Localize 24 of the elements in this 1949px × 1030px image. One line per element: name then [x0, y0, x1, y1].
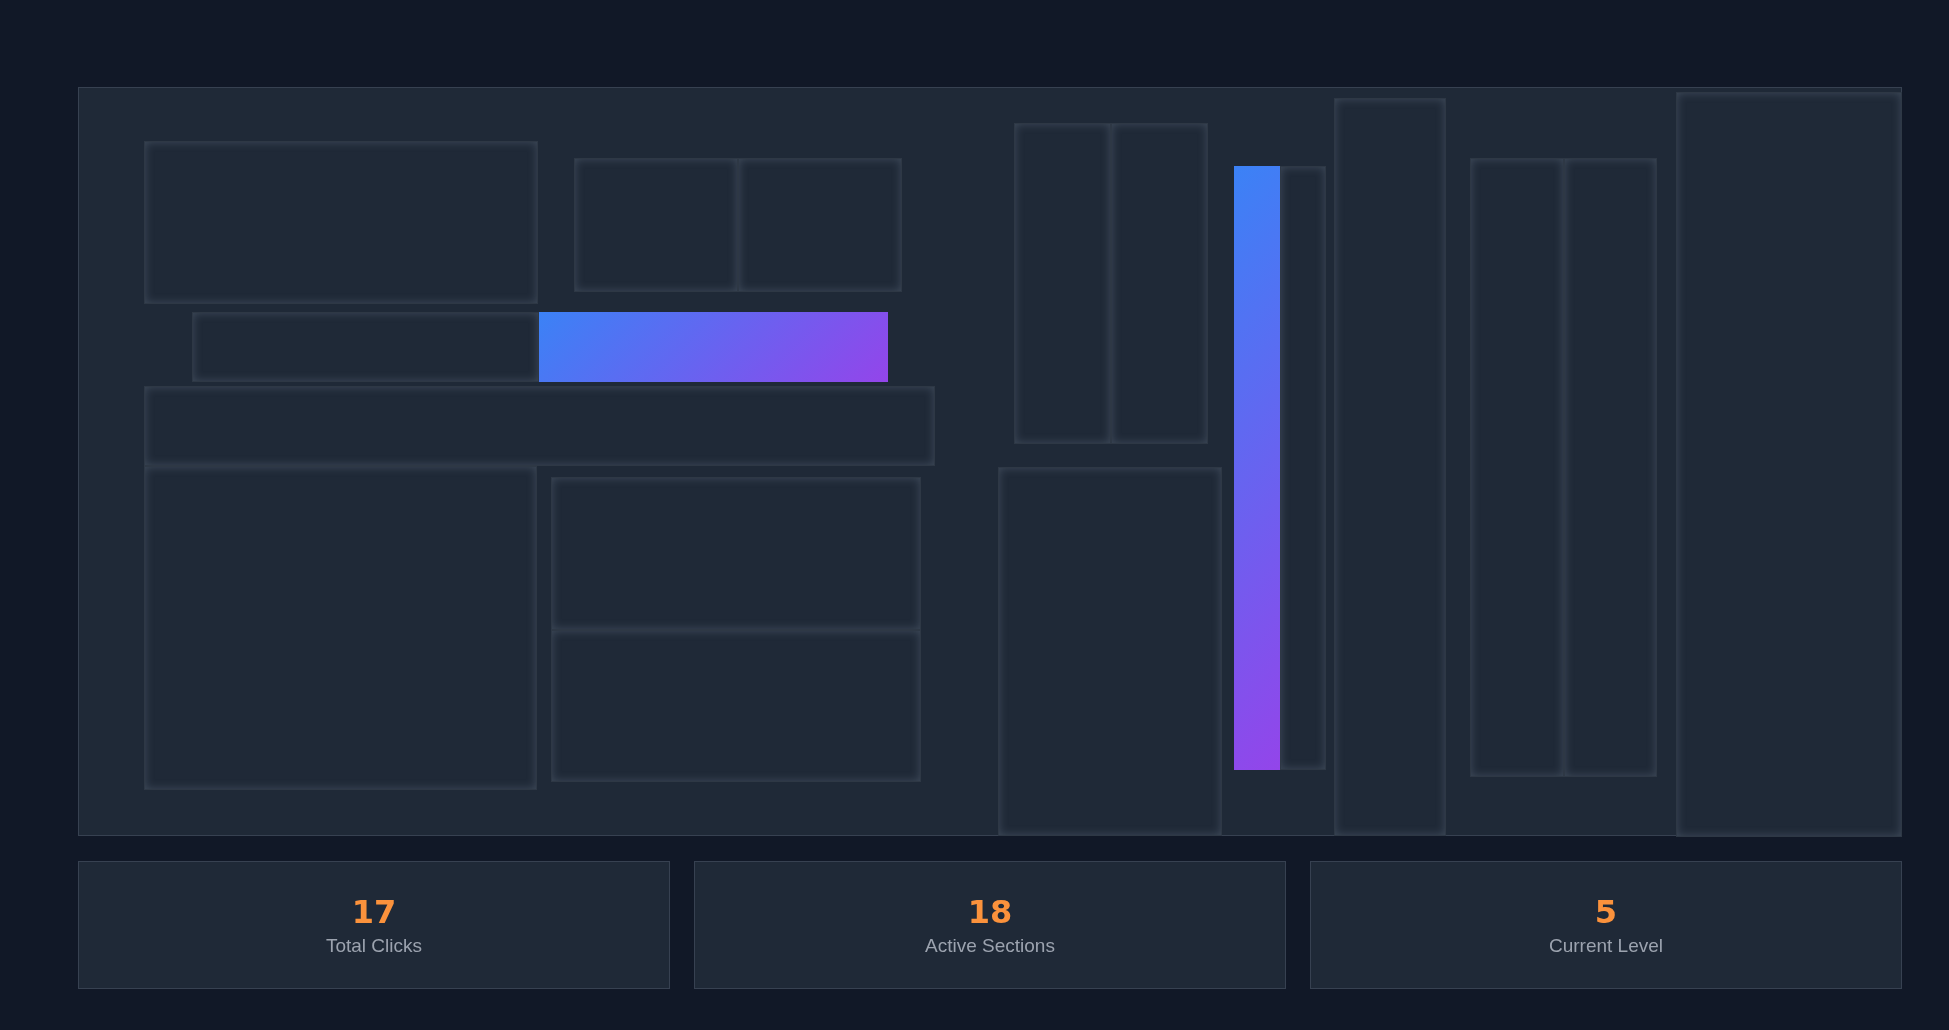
- stat-label: Total Clicks: [325, 935, 423, 957]
- section-block[interactable]: [144, 386, 935, 466]
- section-block[interactable]: [738, 158, 902, 292]
- stat-value: 17: [351, 893, 397, 931]
- section-block[interactable]: [1564, 158, 1657, 777]
- active-section[interactable]: [539, 312, 888, 382]
- section-block[interactable]: [1334, 98, 1446, 836]
- active-section[interactable]: [1234, 166, 1280, 770]
- section-block[interactable]: [1676, 92, 1902, 837]
- section-block[interactable]: [1470, 158, 1564, 777]
- section-block[interactable]: [144, 466, 537, 790]
- section-block[interactable]: [1280, 166, 1326, 770]
- stat-value: 5: [1594, 893, 1618, 931]
- section-block[interactable]: [551, 630, 921, 782]
- stat-value: 18: [967, 893, 1013, 931]
- stat-label: Active Sections: [925, 935, 1055, 957]
- section-block[interactable]: [144, 141, 538, 304]
- section-block[interactable]: [998, 467, 1222, 836]
- section-block[interactable]: [574, 158, 738, 292]
- section-block[interactable]: [1111, 123, 1208, 444]
- section-block[interactable]: [551, 477, 921, 630]
- section-block[interactable]: [192, 312, 539, 382]
- stat-label: Current Level: [1548, 935, 1664, 957]
- section-block[interactable]: [1014, 123, 1111, 444]
